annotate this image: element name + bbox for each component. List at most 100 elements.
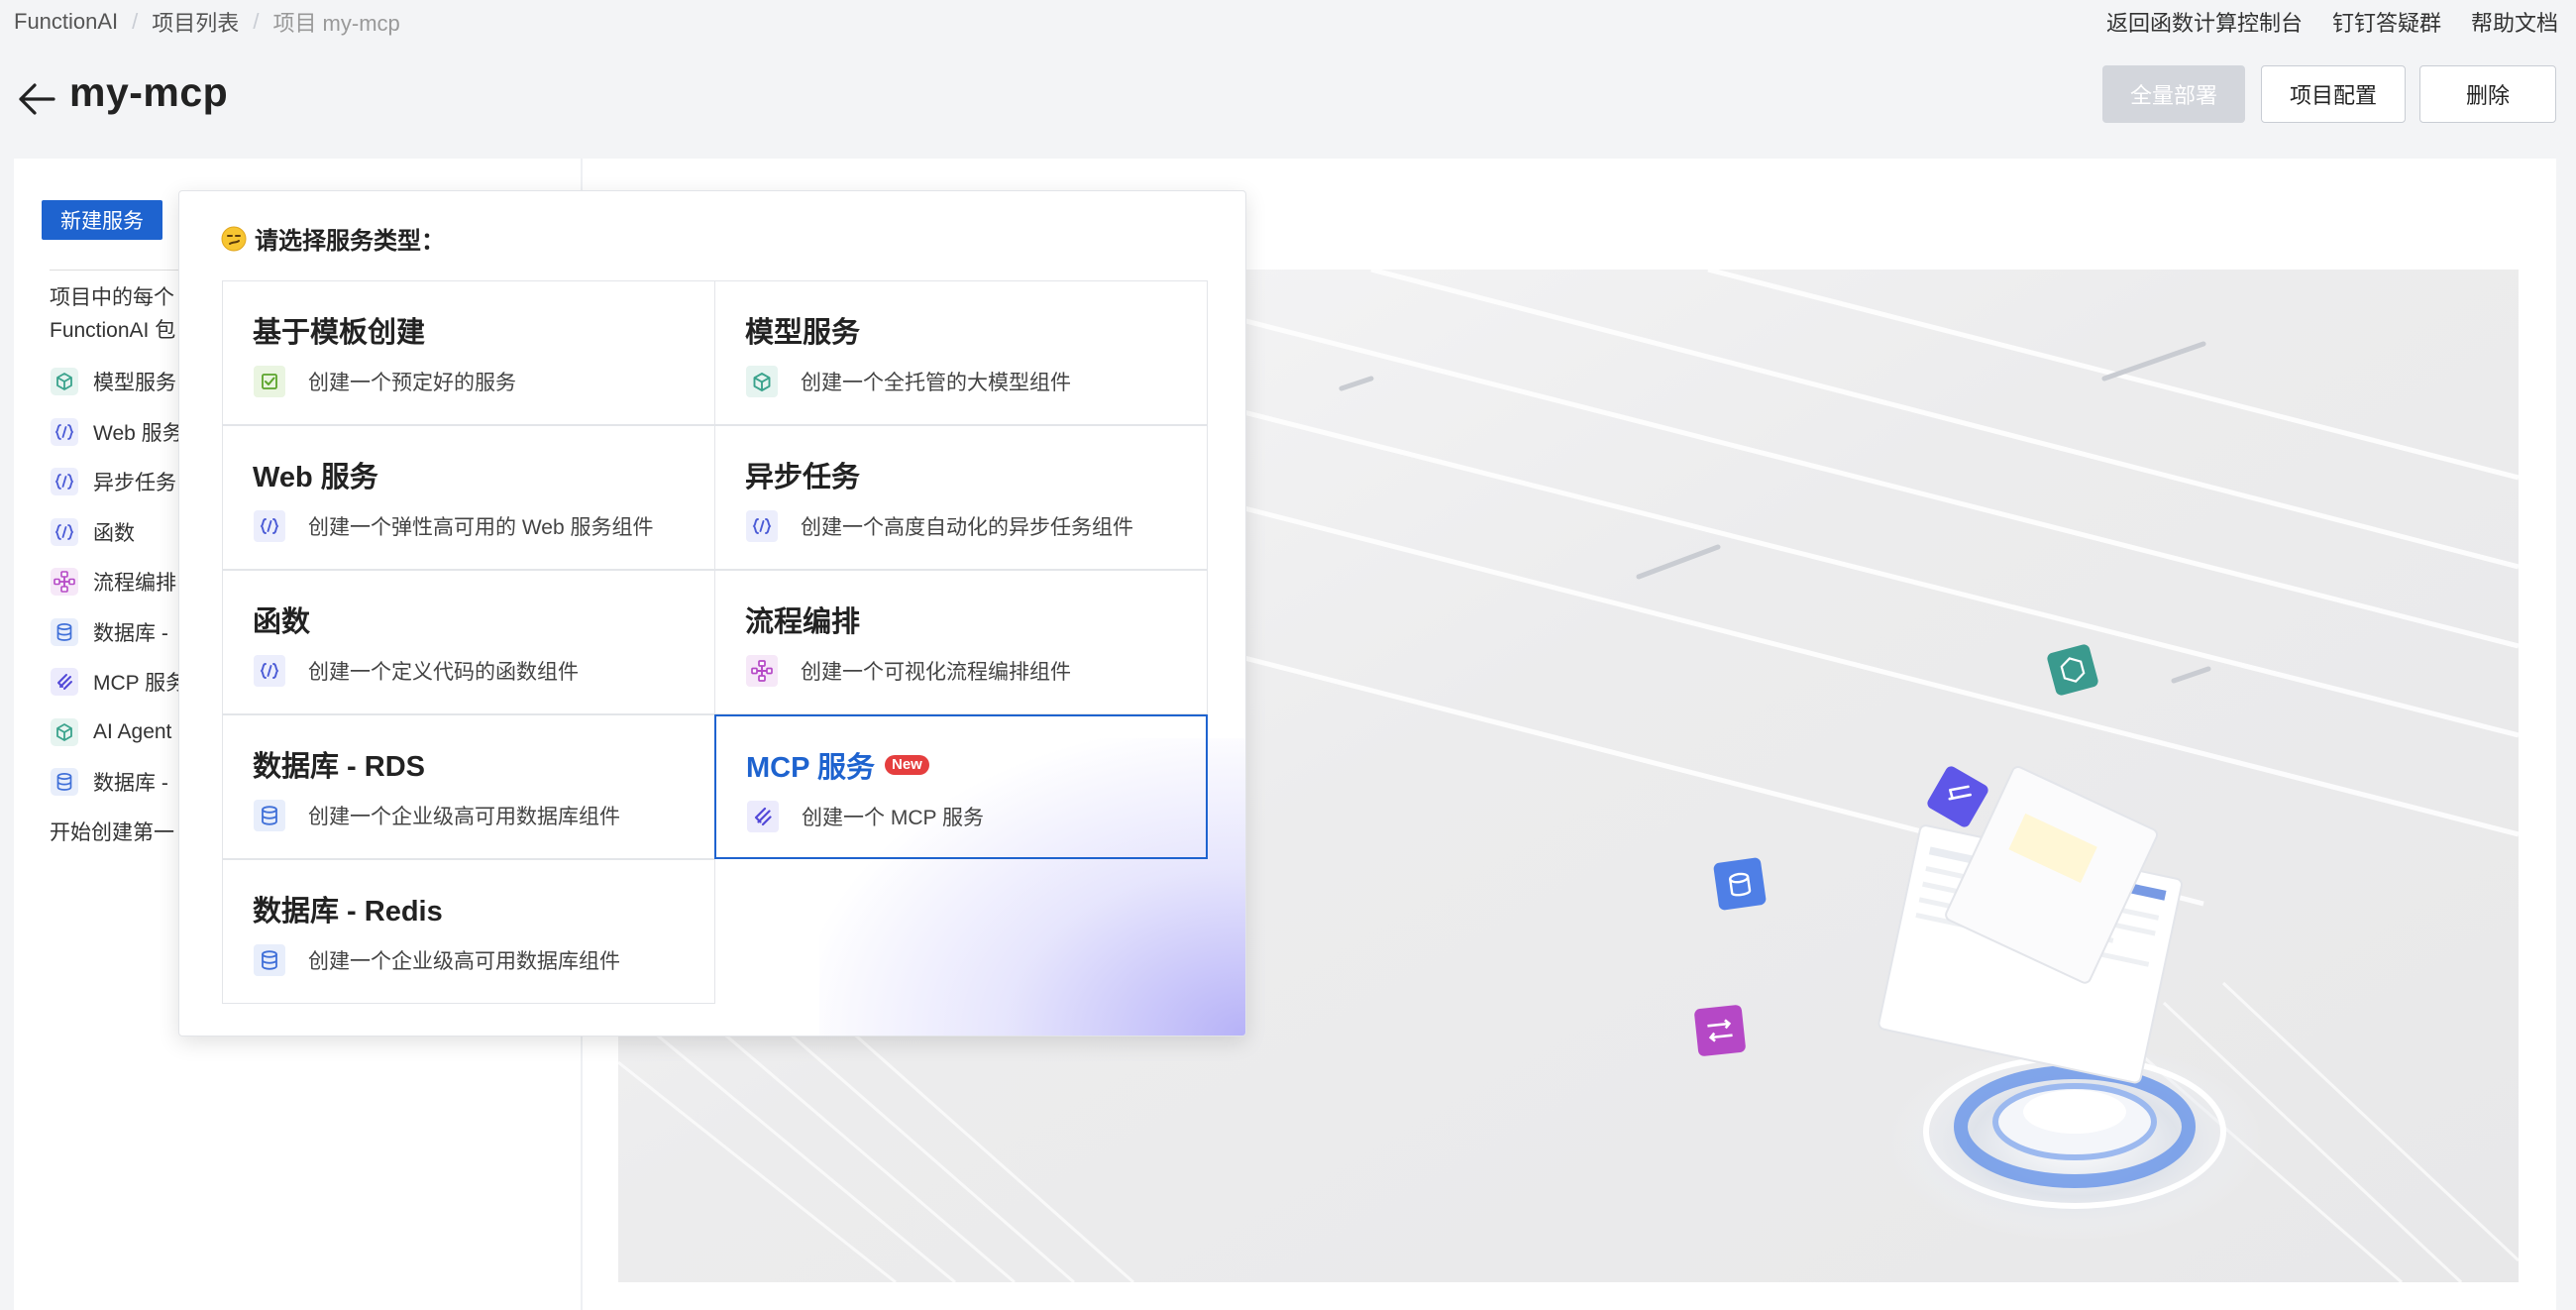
code-bracket-icon bbox=[50, 417, 79, 447]
card-desc-text: 创建一个高度自动化的异步任务组件 bbox=[801, 516, 1133, 539]
top-links: 返回函数计算控制台 钉钉答疑群 帮助文档 bbox=[2106, 6, 2558, 38]
intro-line: 项目中的每个 bbox=[50, 286, 174, 309]
database-icon bbox=[50, 617, 79, 647]
service-type-item: 模型服务 bbox=[50, 357, 186, 407]
cube-icon bbox=[745, 365, 779, 398]
divider bbox=[50, 270, 198, 271]
card-desc-text: 创建一个企业级高可用数据库组件 bbox=[308, 950, 620, 973]
page-title: my-mcp bbox=[69, 69, 229, 115]
service-card-template[interactable]: 基于模板创建 创建一个预定好的服务 bbox=[222, 280, 715, 425]
service-type-item: Web 服务 bbox=[50, 407, 186, 458]
card-desc-text: 创建一个全托管的大模型组件 bbox=[801, 372, 1071, 394]
card-title: 函数 bbox=[253, 606, 311, 638]
deploy-all-button[interactable]: 全量部署 bbox=[2102, 65, 2245, 123]
breadcrumb: FunctionAI / 项目列表 / 项目 my-mcp bbox=[14, 6, 400, 38]
service-type-label: Web 服务 bbox=[93, 421, 183, 445]
mcp-icon bbox=[50, 667, 79, 697]
code-bracket-icon bbox=[253, 654, 286, 688]
card-desc: 创建一个定义代码的函数组件 bbox=[253, 654, 579, 688]
service-type-item: 流程编排 bbox=[50, 557, 186, 607]
service-card-grid: 基于模板创建 创建一个预定好的服务 模型服务 创建一个全托管的大模型组件 Web… bbox=[222, 280, 1209, 1004]
service-type-item: 函数 bbox=[50, 507, 186, 558]
new-badge: New bbox=[884, 755, 929, 775]
card-desc-text: 创建一个 MCP 服务 bbox=[802, 807, 984, 829]
service-type-item: 数据库 - bbox=[50, 757, 186, 808]
dropdown-title: 请选择服务类型： bbox=[221, 221, 445, 256]
help-docs-link[interactable]: 帮助文档 bbox=[2471, 6, 2558, 38]
card-desc: 创建一个弹性高可用的 Web 服务组件 bbox=[253, 509, 653, 543]
top-bar: FunctionAI / 项目列表 / 项目 my-mcp 返回函数计算控制台 … bbox=[0, 0, 2576, 44]
card-title: 数据库 - Redis bbox=[253, 896, 443, 928]
breadcrumb-separator: / bbox=[253, 9, 260, 34]
breadcrumb-project-list[interactable]: 项目列表 bbox=[152, 6, 239, 38]
breadcrumb-current: 项目 my-mcp bbox=[272, 11, 400, 36]
card-title: MCP 服务 New bbox=[746, 744, 929, 786]
service-card-redis[interactable]: 数据库 - Redis 创建一个企业级高可用数据库组件 bbox=[222, 859, 715, 1004]
workflow-icon bbox=[745, 654, 779, 688]
service-type-label: 函数 bbox=[93, 521, 135, 545]
card-desc-text: 创建一个预定好的服务 bbox=[308, 372, 516, 394]
service-type-item: 数据库 - bbox=[50, 607, 186, 658]
intro-text: 项目中的每个 FunctionAI 包 bbox=[50, 281, 175, 347]
service-type-label: 模型服务 bbox=[93, 372, 176, 395]
dropdown-title-text: 请选择服务类型： bbox=[255, 228, 445, 255]
card-title: 基于模板创建 bbox=[253, 317, 426, 349]
dingtalk-group-link[interactable]: 钉钉答疑群 bbox=[2332, 6, 2441, 38]
service-card-function[interactable]: 函数 创建一个定义代码的函数组件 bbox=[222, 570, 715, 714]
card-desc-text: 创建一个定义代码的函数组件 bbox=[308, 661, 579, 684]
service-card-workflow[interactable]: 流程编排 创建一个可视化流程编排组件 bbox=[714, 570, 1208, 714]
cube-icon bbox=[50, 717, 79, 747]
back-arrow-icon[interactable] bbox=[16, 81, 55, 117]
service-card-model[interactable]: 模型服务 创建一个全托管的大模型组件 bbox=[714, 280, 1208, 425]
service-type-list: 模型服务 Web 服务 异步任务 函数 流程编排 数据库 - MCP 服务 AI… bbox=[50, 357, 186, 808]
cube-icon bbox=[50, 367, 79, 396]
card-desc-text: 创建一个企业级高可用数据库组件 bbox=[308, 806, 620, 828]
new-service-button[interactable]: 新建服务 bbox=[42, 200, 162, 240]
back-to-console-link[interactable]: 返回函数计算控制台 bbox=[2106, 6, 2303, 38]
service-type-label: 异步任务 bbox=[93, 472, 176, 495]
service-card-rds[interactable]: 数据库 - RDS 创建一个企业级高可用数据库组件 bbox=[222, 714, 715, 859]
workflow-icon bbox=[50, 567, 79, 597]
service-card-mcp[interactable]: MCP 服务 New 创建一个 MCP 服务 bbox=[714, 714, 1208, 859]
database-icon bbox=[50, 767, 79, 797]
card-desc: 创建一个全托管的大模型组件 bbox=[745, 365, 1071, 398]
card-desc-text: 创建一个弹性高可用的 Web 服务组件 bbox=[308, 516, 654, 539]
card-title: 模型服务 bbox=[745, 317, 861, 349]
card-desc-text: 创建一个可视化流程编排组件 bbox=[801, 661, 1071, 684]
card-desc: 创建一个可视化流程编排组件 bbox=[745, 654, 1071, 688]
card-title: 数据库 - RDS bbox=[253, 751, 426, 783]
code-bracket-icon bbox=[745, 509, 779, 543]
card-desc: 创建一个高度自动化的异步任务组件 bbox=[745, 509, 1133, 543]
database-icon bbox=[253, 799, 286, 832]
card-title: 异步任务 bbox=[745, 462, 861, 493]
service-type-label: 流程编排 bbox=[93, 572, 176, 596]
service-card-async-task[interactable]: 异步任务 创建一个高度自动化的异步任务组件 bbox=[714, 425, 1208, 570]
code-bracket-icon bbox=[50, 467, 79, 496]
mcp-icon bbox=[746, 800, 780, 833]
card-title: Web 服务 bbox=[253, 462, 378, 493]
service-type-label: 数据库 - bbox=[93, 621, 168, 645]
delete-button[interactable]: 删除 bbox=[2419, 65, 2556, 123]
card-title: 流程编排 bbox=[745, 606, 861, 638]
project-config-button[interactable]: 项目配置 bbox=[2261, 65, 2406, 123]
code-bracket-icon bbox=[50, 517, 79, 547]
service-type-item: MCP 服务 bbox=[50, 657, 186, 708]
card-title-text: MCP 服务 bbox=[746, 752, 875, 784]
service-type-label: 数据库 - bbox=[93, 772, 168, 796]
database-icon bbox=[253, 943, 286, 977]
service-type-dropdown: 请选择服务类型： 基于模板创建 创建一个预定好的服务 模型服务 创建一个全托管的… bbox=[178, 190, 1246, 1037]
service-type-label: MCP 服务 bbox=[93, 672, 187, 696]
card-desc: 创建一个 MCP 服务 bbox=[746, 800, 984, 833]
service-card-web[interactable]: Web 服务 创建一个弹性高可用的 Web 服务组件 bbox=[222, 425, 715, 570]
card-desc: 创建一个企业级高可用数据库组件 bbox=[253, 799, 620, 832]
intro-line: FunctionAI 包 bbox=[50, 319, 176, 342]
card-desc: 创建一个企业级高可用数据库组件 bbox=[253, 943, 620, 977]
template-check-icon bbox=[253, 365, 286, 398]
service-type-item: 异步任务 bbox=[50, 457, 186, 507]
service-type-label: AI Agent bbox=[93, 719, 172, 743]
breadcrumb-separator: / bbox=[132, 9, 139, 34]
smirk-emoji-icon bbox=[221, 226, 247, 252]
breadcrumb-root[interactable]: FunctionAI bbox=[14, 9, 118, 35]
start-tip: 开始创建第一 bbox=[50, 821, 174, 844]
service-type-item: AI Agent bbox=[50, 708, 186, 758]
